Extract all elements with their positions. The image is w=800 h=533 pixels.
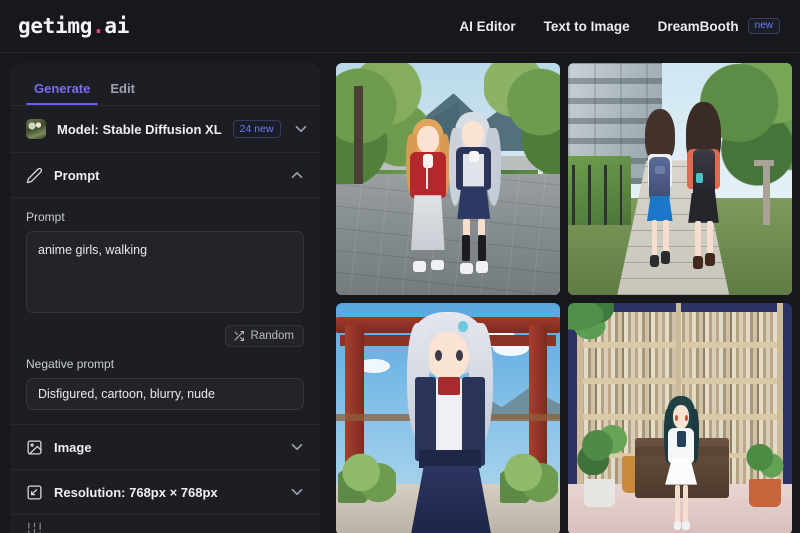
chevron-down-icon[interactable] <box>292 120 310 138</box>
nav-item-text-to-image[interactable]: Text to Image <box>544 19 630 34</box>
image-section-header[interactable]: Image <box>10 425 320 469</box>
sidebar-panel: Generate Edit Model: Stable Diffusion XL… <box>10 63 320 533</box>
prompt-section-label: Prompt <box>54 167 100 183</box>
resolution-section-header[interactable]: Resolution: 768px × 768px <box>10 470 320 514</box>
shuffle-icon <box>234 331 244 341</box>
prompt-section-body: Prompt Random Negative prompt <box>10 198 320 424</box>
gallery-image-1[interactable] <box>336 63 560 295</box>
gallery-image-4[interactable] <box>568 303 792 533</box>
prompt-section-header[interactable]: Prompt <box>10 153 320 197</box>
model-row-label: Model: Stable Diffusion XL <box>57 121 222 137</box>
main-nav: AI Editor Text to Image DreamBooth new <box>459 17 780 35</box>
negative-prompt-input[interactable] <box>26 378 304 410</box>
top-header: getimg. ai AI Editor Text to Image DreamB… <box>0 0 800 53</box>
nav-new-badge: new <box>747 17 780 35</box>
logo-dot: . <box>92 14 105 38</box>
image-gallery <box>330 53 800 533</box>
tab-edit[interactable]: Edit <box>102 75 143 105</box>
tab-generate[interactable]: Generate <box>26 75 99 105</box>
main-body: Generate Edit Model: Stable Diffusion XL… <box>0 53 800 533</box>
generated-image-3 <box>336 303 560 533</box>
prompt-input[interactable] <box>26 231 304 313</box>
nav-item-ai-editor[interactable]: AI Editor <box>459 19 515 34</box>
negative-prompt-label: Negative prompt <box>26 357 115 371</box>
next-section-header-partial[interactable] <box>10 515 320 533</box>
image-icon <box>27 439 42 455</box>
logo-suffix: ai <box>104 14 130 38</box>
sliders-icon <box>28 522 41 533</box>
resize-icon <box>27 484 42 500</box>
prompt-field-label: Prompt <box>26 210 65 224</box>
chevron-down-icon[interactable] <box>288 438 306 456</box>
resolution-section-label: Resolution: 768px × 768px <box>54 484 218 500</box>
model-thumbnail-icon <box>26 119 46 139</box>
model-row[interactable]: Model: Stable Diffusion XL 24 new <box>10 106 320 152</box>
generated-image-1 <box>336 63 560 295</box>
model-new-count-badge: 24 new <box>232 120 281 138</box>
pencil-icon <box>26 167 43 183</box>
generated-image-2 <box>568 63 792 295</box>
sidebar-tabs: Generate Edit <box>10 63 320 105</box>
site-logo[interactable]: getimg. ai <box>18 14 129 38</box>
app-root: getimg. ai AI Editor Text to Image DreamB… <box>0 0 800 533</box>
chevron-down-icon[interactable] <box>288 483 306 501</box>
image-section-label: Image <box>54 439 92 455</box>
nav-item-dreambooth-group[interactable]: DreamBooth new <box>658 17 780 35</box>
random-button-label: Random <box>250 330 294 342</box>
nav-item-dreambooth[interactable]: DreamBooth <box>658 19 739 34</box>
random-prompt-button[interactable]: Random <box>224 325 304 347</box>
chevron-up-icon[interactable] <box>288 166 306 184</box>
random-row: Random <box>26 325 304 347</box>
gallery-image-3[interactable] <box>336 303 560 533</box>
generated-image-4 <box>568 303 792 533</box>
logo-text: getimg <box>18 14 93 38</box>
gallery-image-2[interactable] <box>568 63 792 295</box>
sidebar-wrapper: Generate Edit Model: Stable Diffusion XL… <box>0 53 330 533</box>
